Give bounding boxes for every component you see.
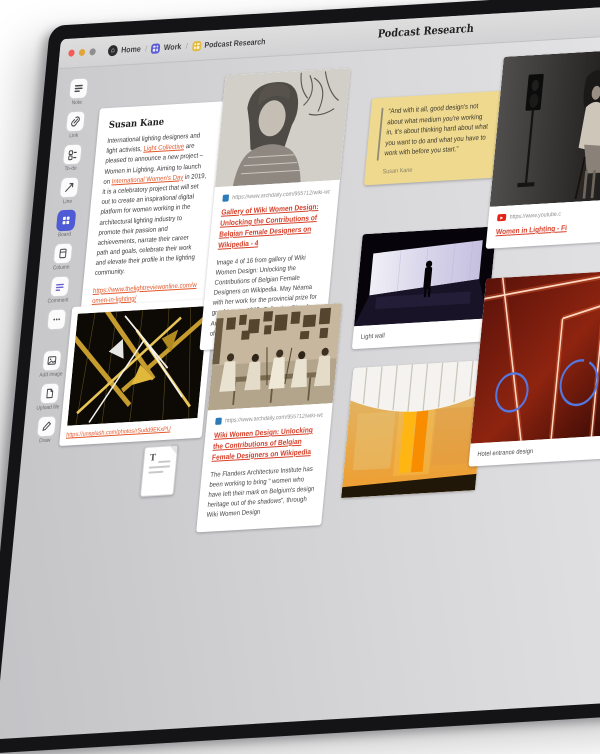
board-icon: [55, 209, 75, 231]
close-window-button[interactable]: [68, 49, 75, 56]
link-card-archdaily-article[interactable]: https://www.archdaily.com/955712/wiki-wo…: [196, 303, 342, 532]
breadcrumb-work-label: Work: [163, 42, 181, 52]
quote-note-card[interactable]: “And with it all, good design's not abou…: [364, 91, 502, 185]
document-preview-lines: T: [149, 453, 171, 463]
image-card-hotel-entrance[interactable]: Hotel entrance design: [468, 271, 600, 467]
page-fold-icon: [169, 446, 177, 454]
breadcrumb-current-board[interactable]: Podcast Research: [192, 37, 266, 51]
laptop-screen: ⌂ Home / Work / Podcast Research Podcast…: [0, 0, 600, 754]
archdaily-favicon-icon: [215, 418, 222, 425]
quote-attribution: Susan Kane: [382, 162, 485, 175]
comment-icon: [49, 275, 69, 297]
portrait-photo: [215, 68, 351, 187]
link-card-youtube-video[interactable]: ▶ https://www.youtube.c Women in Lightin…: [486, 49, 600, 249]
line-arrow-icon: [59, 176, 79, 198]
hotel-entrance-image: [471, 271, 600, 444]
link-title[interactable]: Women in Lighting - Fi: [495, 220, 600, 238]
tool-todo[interactable]: To-do: [61, 143, 82, 172]
video-thumbnail: [490, 49, 600, 207]
breadcrumb-home-label: Home: [121, 44, 141, 54]
tool-board[interactable]: Board: [55, 209, 76, 238]
breadcrumb-work[interactable]: Work: [151, 42, 182, 54]
breadcrumb-home[interactable]: ⌂ Home: [107, 43, 141, 56]
column-icon: [52, 242, 72, 264]
document-card[interactable]: T: [140, 445, 178, 497]
tool-link[interactable]: Link: [64, 110, 85, 139]
board-icon: [192, 40, 202, 51]
note-icon: [68, 77, 88, 99]
note-inline-link-womens-day[interactable]: International Women's Day: [111, 174, 183, 185]
more-icon: [46, 308, 66, 330]
board-canvas[interactable]: Susan Kane International lighting design…: [39, 29, 600, 726]
link-title[interactable]: Wiki Women Design: Unlocking the Contrib…: [211, 425, 321, 464]
tool-column[interactable]: Column: [52, 242, 73, 271]
tool-comment[interactable]: Comment: [47, 275, 71, 304]
breadcrumb-current-label: Podcast Research: [204, 37, 266, 50]
home-icon: ⌂: [107, 45, 118, 57]
link-source-row: https://www.archdaily.com/955712/wiki-wo…: [222, 188, 330, 201]
upload-file-icon: [39, 382, 59, 404]
link-url: https://www.archdaily.com/955712/wiki-wo…: [225, 412, 323, 424]
image-card-orange-interior[interactable]: [341, 360, 487, 498]
image-card-light-wall[interactable]: Light wall: [352, 226, 497, 349]
youtube-play-icon: ▶: [497, 214, 506, 222]
quote-text: “And with it all, good design's not abou…: [384, 101, 491, 160]
breadcrumb: ⌂ Home / Work / Podcast Research: [107, 36, 266, 56]
note-body: International lighting designers and lig…: [92, 131, 212, 307]
light-wall-image: [354, 226, 497, 326]
tool-line[interactable]: Line: [58, 176, 79, 205]
link-url: https://www.youtube.c: [509, 211, 561, 220]
link-url: https://www.archdaily.com/955712/wiki-wo…: [232, 189, 330, 201]
zoom-window-button[interactable]: [89, 48, 96, 55]
add-image-icon: [42, 349, 62, 371]
breadcrumb-separator: /: [145, 44, 148, 53]
minimize-window-button[interactable]: [79, 49, 86, 56]
pencil-icon: [36, 415, 56, 437]
studio-photo: [208, 303, 342, 410]
window-controls: [68, 48, 96, 57]
link-description: The Flanders Architecture Institute has …: [206, 464, 318, 521]
note-title: Susan Kane: [108, 114, 213, 131]
tool-draw[interactable]: Draw: [35, 415, 56, 444]
board-icon: [151, 43, 161, 54]
toolbar-group-gap: [54, 336, 55, 345]
unsplash-url-link[interactable]: https://unsplash.com/photos/rSudd9EKxPU: [66, 424, 197, 439]
tool-add-image[interactable]: Add image: [39, 349, 65, 378]
image-card-gold-sculpture[interactable]: https://unsplash.com/photos/rSudd9EKxPU: [59, 299, 215, 446]
link-title[interactable]: Gallery of Wiki Women Design: Unlocking …: [218, 201, 329, 251]
quote-bar: [377, 108, 384, 161]
note-card-susan-kane[interactable]: Susan Kane International lighting design…: [80, 101, 225, 320]
tool-upload-file[interactable]: Upload file: [36, 382, 62, 411]
note-text: in 2019, it is a celebratory project tha…: [94, 173, 206, 278]
board-title: Podcast Research: [372, 22, 479, 41]
breadcrumb-separator: /: [185, 42, 188, 51]
tool-more[interactable]: [46, 308, 67, 331]
link-source-row: https://www.archdaily.com/955712/wiki-wo…: [215, 412, 323, 425]
link-source-row: ▶ https://www.youtube.c: [497, 207, 600, 221]
orange-interior-image: [341, 360, 487, 498]
milanote-app-window: ⌂ Home / Work / Podcast Research Podcast…: [0, 0, 600, 739]
note-inline-link-light-collective[interactable]: Light Collective: [143, 144, 184, 153]
gold-sculpture-image: [67, 306, 208, 426]
archdaily-favicon-icon: [222, 194, 229, 201]
link-icon: [65, 110, 85, 132]
tool-note[interactable]: Note: [67, 77, 88, 106]
todo-icon: [62, 143, 82, 165]
